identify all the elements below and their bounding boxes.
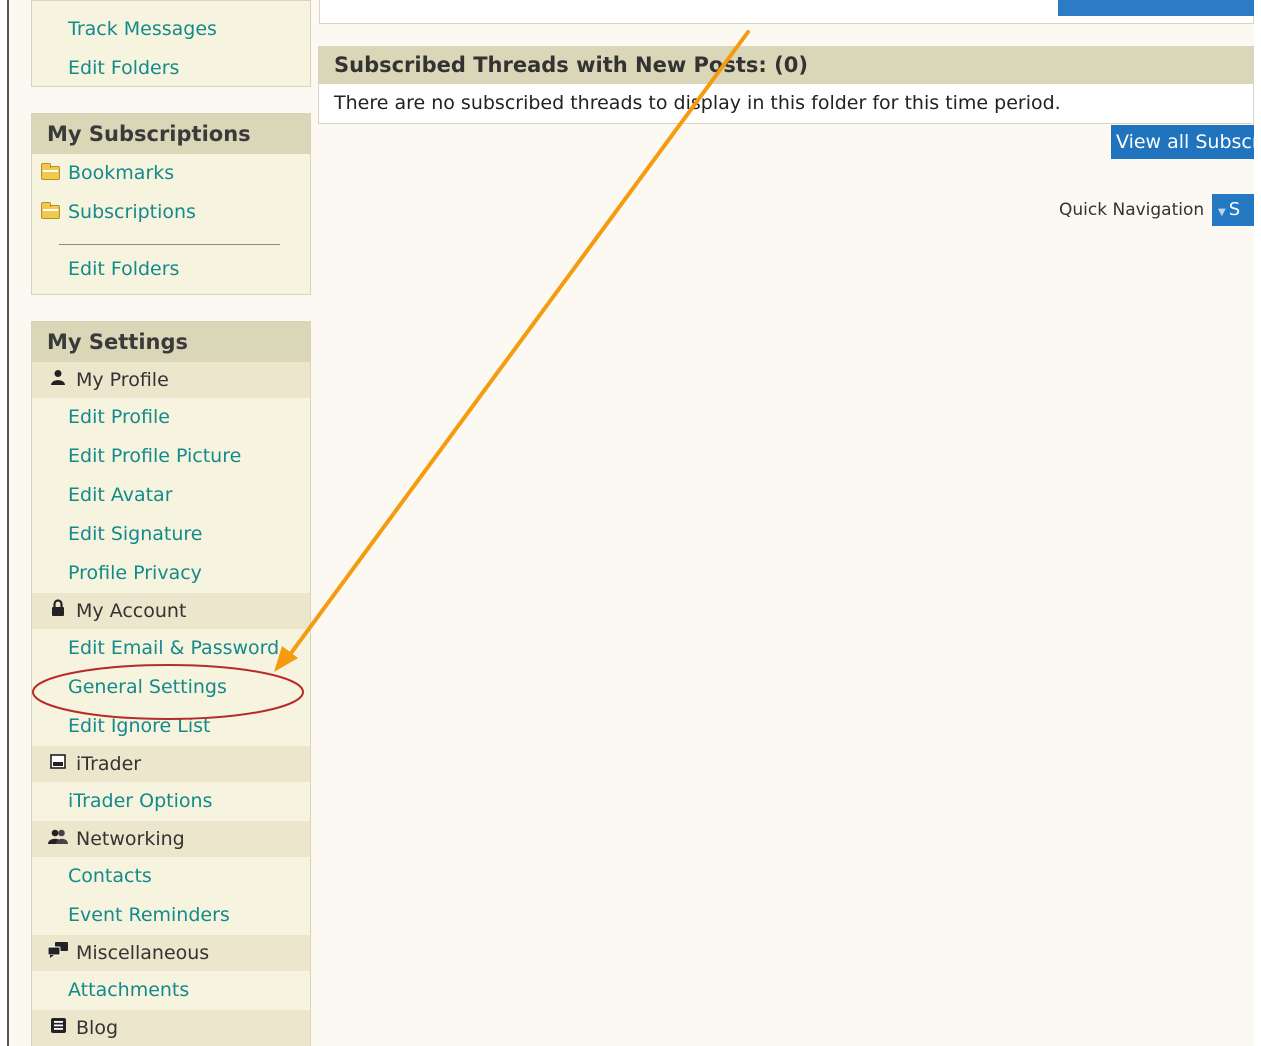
user-icon: [48, 362, 68, 398]
quick-navigation-button-label: S: [1228, 199, 1241, 220]
my-account-header: My Account: [32, 593, 310, 629]
profile-privacy-link[interactable]: Profile Privacy: [32, 554, 310, 593]
edit-folders-messages-link[interactable]: Edit Folders: [32, 49, 310, 88]
track-messages-link[interactable]: Track Messages: [32, 10, 310, 49]
event-reminders-link[interactable]: Event Reminders: [32, 896, 310, 935]
view-all-subscriptions-button[interactable]: View all Subscr: [1111, 125, 1261, 159]
edit-email-password-link[interactable]: Edit Email & Password: [32, 629, 310, 668]
section-title: Subscribed Threads with New Posts: (0): [319, 47, 1253, 84]
blog-icon: [48, 1010, 68, 1046]
people-icon: [48, 821, 68, 857]
subscribed-threads-section: Subscribed Threads with New Posts: (0) T…: [318, 46, 1254, 124]
subscriptions-heading: My Subscriptions: [32, 114, 310, 154]
blog-header: Blog: [32, 1010, 310, 1046]
quick-navigation-label: Quick Navigation: [1059, 200, 1205, 220]
bookmarks-link[interactable]: Bookmarks: [32, 154, 310, 193]
edit-ignore-list-link[interactable]: Edit Ignore List: [32, 707, 310, 746]
left-border-line: [7, 0, 9, 1046]
general-settings-link[interactable]: General Settings: [32, 668, 310, 707]
itrader-header: iTrader: [32, 746, 310, 782]
lock-icon: [48, 593, 68, 629]
sidebar-messages-block: Track Messages Edit Folders: [31, 0, 311, 87]
separator: [59, 244, 280, 245]
right-edge: [1254, 0, 1261, 1046]
edit-profile-picture-link[interactable]: Edit Profile Picture: [32, 437, 310, 476]
networking-label: Networking: [76, 828, 185, 850]
settings-heading: My Settings: [32, 322, 310, 362]
miscellaneous-header: Miscellaneous: [32, 935, 310, 971]
edit-folders-subscriptions-link[interactable]: Edit Folders: [32, 254, 310, 284]
my-profile-label: My Profile: [76, 369, 169, 391]
chevron-down-icon: ▼: [1218, 207, 1226, 218]
sidebar-settings-block: My Settings My Profile Edit Profile Edit…: [31, 321, 311, 1046]
networking-header: Networking: [32, 821, 310, 857]
attachments-link[interactable]: Attachments: [32, 971, 310, 1010]
previous-view-all-button[interactable]: [1058, 0, 1254, 16]
my-profile-header: My Profile: [32, 362, 310, 398]
sidebar-subscriptions-block: My Subscriptions Bookmarks Subscriptions…: [31, 113, 311, 295]
subscriptions-label: Subscriptions: [68, 201, 196, 223]
subscriptions-link[interactable]: Subscriptions: [32, 193, 310, 232]
folder-icon: [41, 163, 60, 180]
edit-profile-link[interactable]: Edit Profile: [32, 398, 310, 437]
itrader-options-link[interactable]: iTrader Options: [32, 782, 310, 821]
edit-avatar-link[interactable]: Edit Avatar: [32, 476, 310, 515]
folder-icon: [41, 202, 60, 219]
itrader-label: iTrader: [76, 753, 142, 775]
miscellaneous-label: Miscellaneous: [76, 942, 210, 964]
itrader-icon: [48, 746, 68, 782]
my-account-label: My Account: [76, 600, 187, 622]
bookmarks-label: Bookmarks: [68, 162, 175, 184]
edit-signature-link[interactable]: Edit Signature: [32, 515, 310, 554]
empty-message: There are no subscribed threads to displ…: [334, 92, 1061, 114]
blog-label: Blog: [76, 1017, 118, 1039]
chat-icon: [47, 935, 68, 971]
contacts-link[interactable]: Contacts: [32, 857, 310, 896]
